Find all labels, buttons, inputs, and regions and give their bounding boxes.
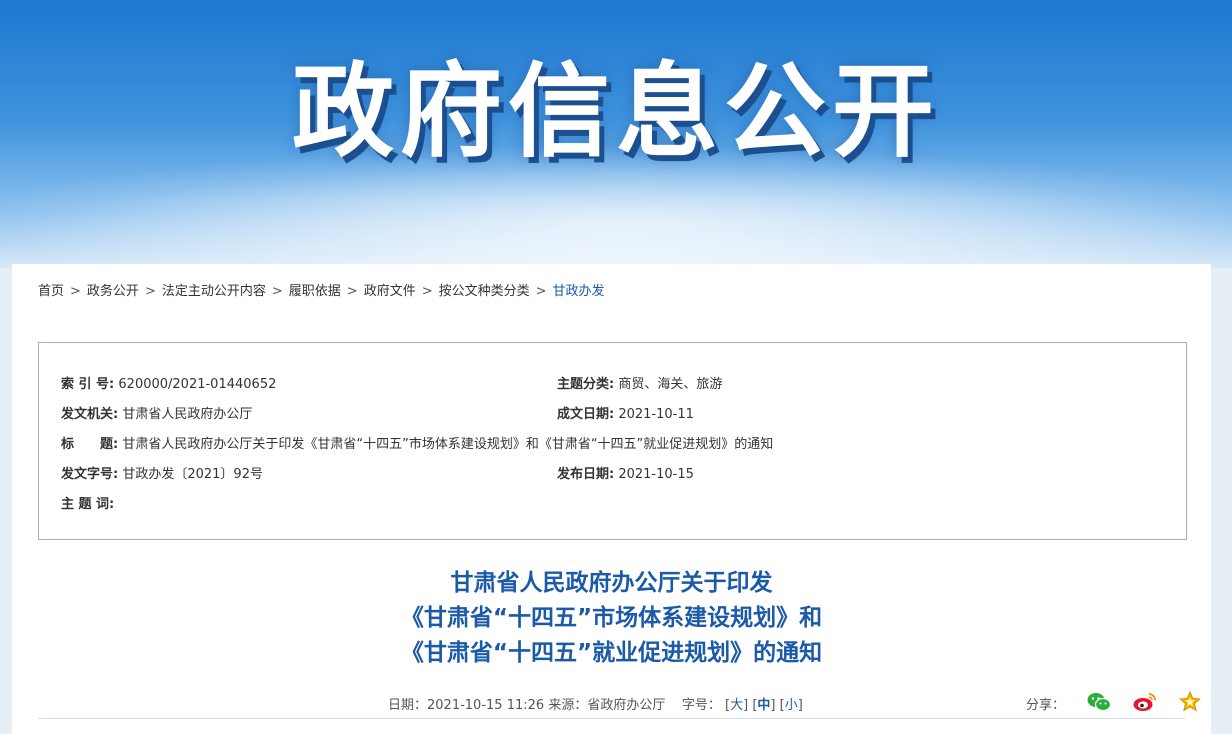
breadcrumb-statutory-disclosure[interactable]: 法定主动公开内容 [162,284,266,299]
meta-date-value: 2021-10-15 11:26 [427,698,545,713]
info-title-key: 标 题: [61,437,119,452]
breadcrumb-separator: > [271,284,283,299]
info-issuer-value: 甘肃省人民政府办公厅 [122,407,253,422]
wechat-icon[interactable] [1087,692,1112,716]
info-docno-value: 甘政办发〔2021〕92号 [122,467,263,482]
breadcrumb-by-doc-type[interactable]: 按公文种类分类 [439,284,530,299]
document-meta: 日期：2021-10-15 11:26 来源：省政府办公厅 字号： [大] [中… [388,698,803,713]
breadcrumb-government-affairs[interactable]: 政务公开 [87,284,139,299]
info-docno-key: 发文字号: [61,467,119,482]
content-panel: 首页 > 政务公开 > 法定主动公开内容 > 履职依据 > 政府文件 > 按公文种类分类 > 甘政办发 … [12,264,1211,734]
breadcrumb-government-documents[interactable]: 政府文件 [364,284,416,299]
breadcrumb-home[interactable]: 首页 [38,284,64,299]
info-published-row: 发布日期: 2021-10-15 [557,463,694,482]
document-info-box: 索 引 号: 620000/2021-01440652 主题分类: 商贸、海关、… [38,342,1187,540]
header-banner: 政府信息公开 [0,0,1232,268]
info-published-key: 发布日期: [557,467,615,482]
info-index-key: 索 引 号: [61,377,115,392]
share-label: 分享： [1026,698,1066,713]
favorite-star-icon[interactable] [1178,690,1202,716]
breadcrumb-separator: > [144,284,156,299]
info-keywords-row: 主 题 词: [61,493,114,512]
share-bar: 分享： [1026,690,1202,716]
info-docno-row: 发文字号: 甘政办发〔2021〕92号 [61,463,263,482]
breadcrumb-separator: > [535,284,547,299]
breadcrumb-current[interactable]: 甘政办发 [553,284,605,299]
meta-fontsize-label: 字号： [681,698,721,713]
document-title-line3: 《甘肃省“十四五”就业促进规划》的通知 [400,640,823,666]
info-keywords-key: 主 题 词: [61,497,115,512]
font-size-large-button[interactable]: 大 [730,698,743,713]
divider [38,718,1185,719]
info-topic-value: 商贸、海关、旅游 [618,377,723,392]
info-title-value: 甘肃省人民政府办公厅关于印发《甘肃省“十四五”市场体系建设规划》和《甘肃省“十四… [122,437,774,452]
info-index-value: 620000/2021-01440652 [118,377,277,392]
meta-source-value: 省政府办公厅 [587,698,666,713]
info-index-row: 索 引 号: 620000/2021-01440652 [61,373,276,392]
document-title-line1: 甘肃省人民政府办公厅关于印发 [450,570,773,596]
info-topic-key: 主题分类: [557,377,615,392]
font-size-medium-button[interactable]: 中 [757,698,770,713]
info-title-row: 标 题: 甘肃省人民政府办公厅关于印发《甘肃省“十四五”市场体系建设规划》和《甘… [61,433,773,452]
banner-title: 政府信息公开 [292,53,940,172]
meta-date-label: 日期： [388,698,428,713]
breadcrumb-duty-basis[interactable]: 履职依据 [289,284,341,299]
meta-source-label: 来源： [548,698,588,713]
info-issuer-key: 发文机关: [61,407,119,422]
info-created-value: 2021-10-11 [618,407,694,422]
font-size-small-button[interactable]: 小 [785,698,798,713]
breadcrumb: 首页 > 政务公开 > 法定主动公开内容 > 履职依据 > 政府文件 > 按公文种类分类 > 甘政办发 [38,280,605,299]
info-topic-row: 主题分类: 商贸、海关、旅游 [557,373,722,392]
breadcrumb-separator: > [70,284,81,299]
info-issuer-row: 发文机关: 甘肃省人民政府办公厅 [61,403,252,422]
info-created-row: 成文日期: 2021-10-11 [557,403,694,422]
weibo-icon[interactable] [1133,692,1157,716]
document-title-line2: 《甘肃省“十四五”市场体系建设规划》和 [400,605,823,631]
breadcrumb-separator: > [421,284,433,299]
info-published-value: 2021-10-15 [618,467,694,482]
document-title: 甘肃省人民政府办公厅关于印发 《甘肃省“十四五”市场体系建设规划》和 《甘肃省“… [12,566,1211,671]
info-created-key: 成文日期: [557,407,615,422]
breadcrumb-separator: > [346,284,358,299]
